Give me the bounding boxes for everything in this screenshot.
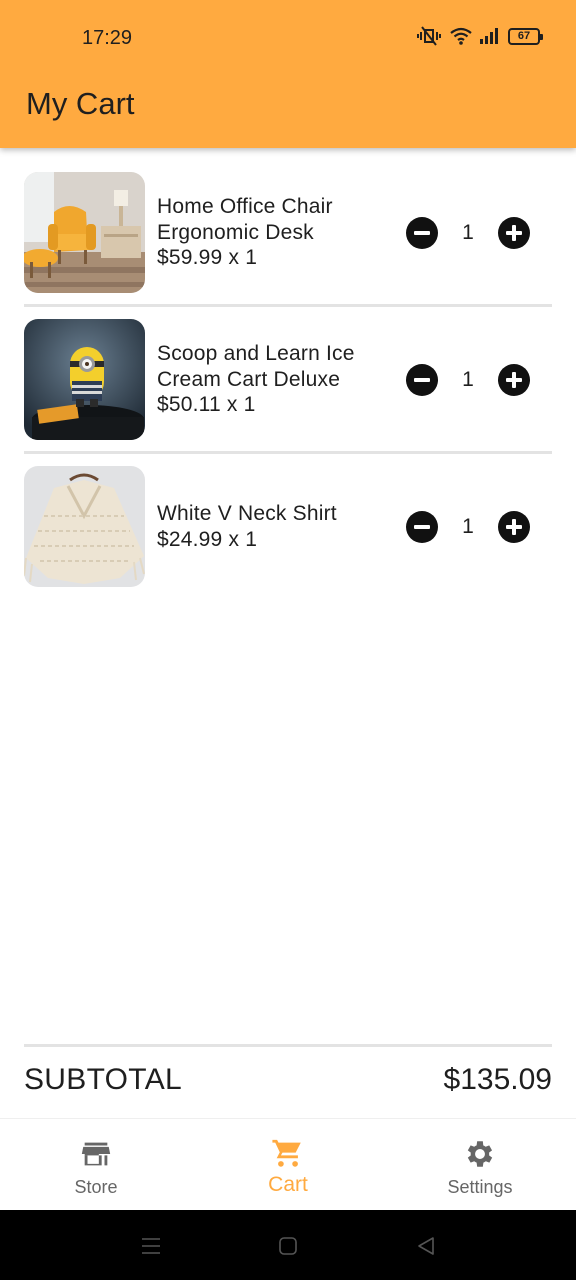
home-icon[interactable] <box>276 1234 300 1258</box>
item-info: Home Office Chair Ergonomic Desk $59.99 … <box>157 172 397 293</box>
nav-label-cart: Cart <box>268 1173 308 1196</box>
app-bar: 17:29 67 My Cart <box>0 0 576 148</box>
nav-item-settings[interactable]: Settings <box>384 1119 576 1211</box>
system-navigation-bar <box>0 1210 576 1280</box>
cart-item: Scoop and Learn Ice Cream Cart Deluxe $5… <box>24 319 552 466</box>
mute-vibrate-icon <box>416 26 442 46</box>
item-name: Home Office Chair <box>157 195 333 219</box>
item-price: $24.99 x 1 <box>157 527 258 551</box>
item-name: Cream Cart Deluxe <box>157 367 341 391</box>
decrease-quantity-button[interactable] <box>406 511 438 543</box>
divider <box>24 451 552 454</box>
quantity-value: 1 <box>462 515 474 538</box>
knit-poncho-photo <box>24 466 145 587</box>
nav-label-settings: Settings <box>447 1177 513 1197</box>
quantity-stepper: 1 <box>406 363 530 397</box>
quantity-value: 1 <box>462 368 474 391</box>
divider <box>24 304 552 307</box>
increase-quantity-button[interactable] <box>498 511 530 543</box>
increase-quantity-button[interactable] <box>498 364 530 396</box>
nav-item-cart[interactable]: Cart <box>192 1119 384 1211</box>
cart-icon <box>271 1137 305 1171</box>
menu-icon[interactable] <box>139 1234 163 1258</box>
item-info: Scoop and Learn Ice Cream Cart Deluxe $5… <box>157 319 397 440</box>
bottom-navigation: Store Cart Settings <box>0 1118 576 1210</box>
quantity-stepper: 1 <box>406 216 530 250</box>
decrease-quantity-button[interactable] <box>406 217 438 249</box>
item-name: Ergonomic Desk <box>157 220 314 244</box>
status-icons: 67 <box>416 26 543 46</box>
item-price: $50.11 x 1 <box>157 393 256 417</box>
battery-icon: 67 <box>508 27 543 45</box>
nav-label-store: Store <box>74 1177 118 1197</box>
wifi-icon <box>450 27 472 45</box>
item-name: White V Neck Shirt <box>157 502 337 525</box>
armchair-photo <box>24 172 145 293</box>
subtotal-value: $135.09 <box>443 1063 552 1096</box>
back-icon[interactable] <box>414 1234 438 1258</box>
store-icon <box>79 1137 113 1171</box>
cart-item: White V Neck Shirt $24.99 x 1 1 <box>24 466 552 613</box>
status-time: 17:29 <box>82 27 133 49</box>
item-price: $59.99 x 1 <box>157 246 258 270</box>
cart-list: Home Office Chair Ergonomic Desk $59.99 … <box>24 172 552 613</box>
nav-item-store[interactable]: Store <box>0 1119 192 1211</box>
cart-item: Home Office Chair Ergonomic Desk $59.99 … <box>24 172 552 319</box>
increase-quantity-button[interactable] <box>498 217 530 249</box>
gear-icon <box>463 1137 497 1171</box>
quantity-value: 1 <box>462 221 474 244</box>
page-title: My Cart <box>26 86 135 121</box>
signal-icon <box>480 28 500 44</box>
subtotal-bar: SUBTOTAL $135.09 <box>24 1044 552 1118</box>
minion-figure-photo <box>24 319 145 440</box>
subtotal-label: SUBTOTAL <box>24 1063 182 1096</box>
item-info: White V Neck Shirt $24.99 x 1 <box>157 466 397 587</box>
decrease-quantity-button[interactable] <box>406 364 438 396</box>
quantity-stepper: 1 <box>406 510 530 544</box>
item-name: Scoop and Learn Ice <box>157 342 355 366</box>
